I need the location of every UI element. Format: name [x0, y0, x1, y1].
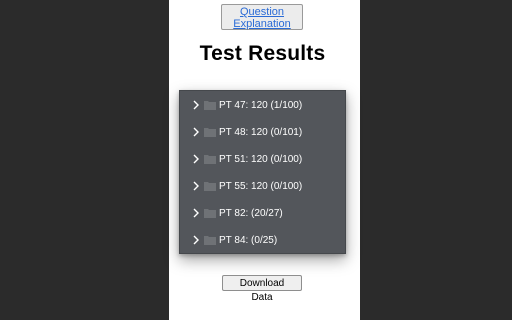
tree-item-pt82[interactable]: PT 82: (20/27): [180, 203, 345, 223]
tree-item-label: PT 84: (0/25): [219, 234, 278, 246]
folder-icon: [204, 236, 216, 245]
tree-item-label: PT 82: (20/27): [219, 207, 283, 219]
tree-item-pt47[interactable]: PT 47: 120 (1/100): [180, 95, 345, 115]
results-panel: Question Explanation Test Results PT 47:…: [169, 0, 360, 320]
download-data-button[interactable]: Download Data: [222, 275, 302, 303]
question-explanation-button[interactable]: Question Explanation: [221, 4, 303, 30]
folder-icon: [204, 128, 216, 137]
chevron-right-icon[interactable]: [191, 126, 201, 138]
tree-item-pt55[interactable]: PT 55: 120 (0/100): [180, 176, 345, 196]
tree-item-label: PT 47: 120 (1/100): [219, 99, 303, 111]
folder-icon: [204, 155, 216, 164]
folder-icon: [204, 101, 216, 110]
folder-icon: [204, 209, 216, 218]
chevron-right-icon[interactable]: [191, 99, 201, 111]
tree-item-label: PT 55: 120 (0/100): [219, 180, 303, 192]
tree-item-pt48[interactable]: PT 48: 120 (0/101): [180, 122, 345, 142]
chevron-right-icon[interactable]: [191, 180, 201, 192]
tree-item-pt51[interactable]: PT 51: 120 (0/100): [180, 149, 345, 169]
chevron-right-icon[interactable]: [191, 153, 201, 165]
folder-icon: [204, 182, 216, 191]
results-tree: PT 47: 120 (1/100) PT 48: 120 (0/101) PT…: [179, 90, 346, 254]
tree-item-label: PT 51: 120 (0/100): [219, 153, 303, 165]
chevron-right-icon[interactable]: [191, 234, 201, 246]
tree-item-pt84[interactable]: PT 84: (0/25): [180, 230, 345, 250]
tree-item-label: PT 48: 120 (0/101): [219, 126, 303, 138]
question-explanation-line1: Question: [239, 6, 285, 18]
page-title: Test Results: [199, 42, 326, 65]
chevron-right-icon[interactable]: [191, 207, 201, 219]
question-explanation-line2: Explanation: [233, 18, 291, 30]
